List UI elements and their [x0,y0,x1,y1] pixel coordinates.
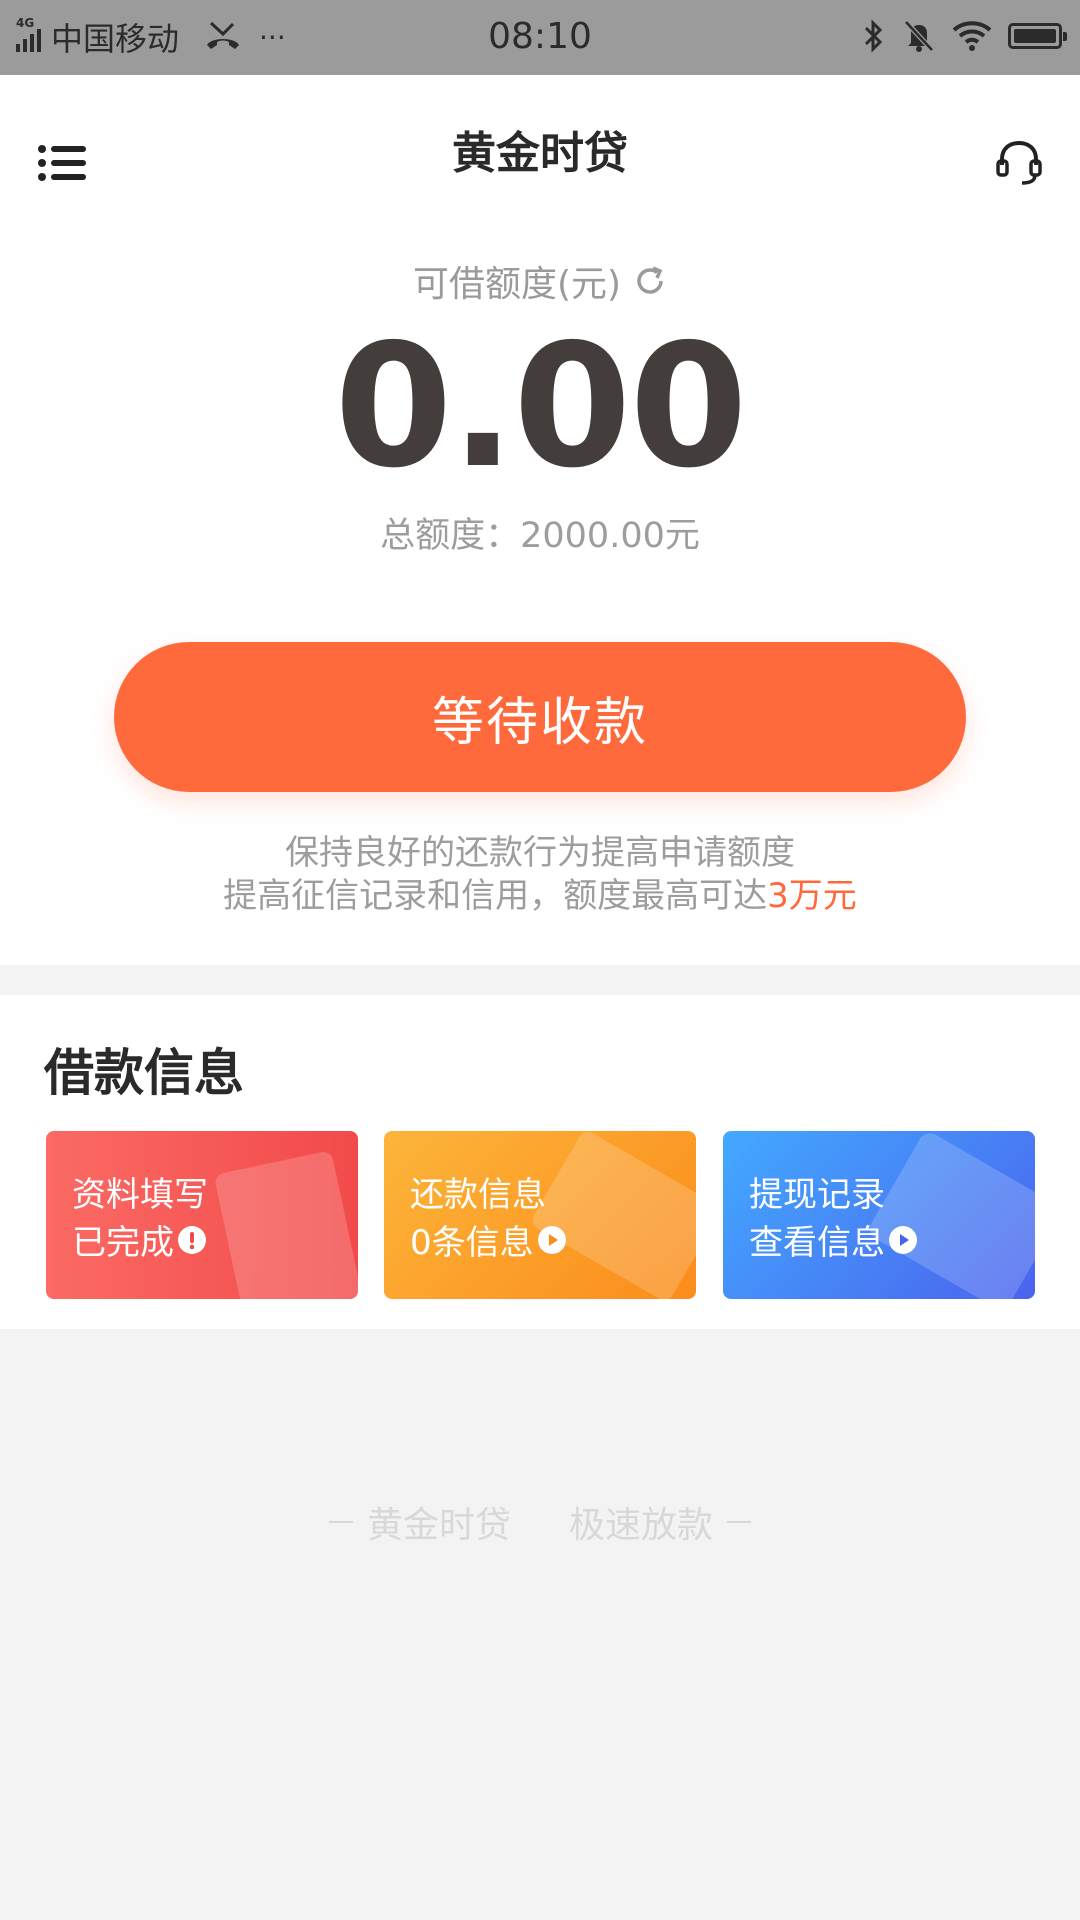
customer-service-icon[interactable] [994,137,1044,187]
quota-panel: 黄金时贷 可借额度(元) 0.00 总额度：2000.00元 等待收款 保持良好… [0,75,1080,965]
card-subtitle-row: 0条信息 [410,1215,566,1264]
play-icon [537,1225,566,1254]
awaiting-payment-button[interactable]: 等待收款 [114,642,966,792]
card-title: 资料填写 [72,1175,208,1215]
tip-line-2-text: 提高征信记录和信用，额度最高可达 [223,876,768,916]
section-title: 借款信息 [44,1044,244,1102]
loan-info-section: 借款信息 资料填写 已完成 还款信息 0条信息 提现记录 查看信息 [0,995,1080,1329]
card-withdrawal-records[interactable]: 提现记录 查看信息 [723,1131,1035,1299]
refresh-icon[interactable] [633,264,667,298]
tip-line-1: 保持良好的还款行为提高申请额度 [285,833,795,873]
max-quota-highlight: 3万元 [767,876,857,916]
battery-icon [1008,23,1067,49]
card-title: 提现记录 [749,1175,885,1215]
total-quota: 总额度：2000.00元 [380,516,700,556]
available-amount: 0.00 [334,308,747,506]
slogan-brand: 黄金时贷 [366,1505,511,1546]
slogan-tagline: 极速放款 [569,1505,714,1546]
card-subtitle-row: 查看信息 [749,1215,917,1264]
card-subtitle: 已完成 [72,1223,174,1263]
card-title: 还款信息 [410,1175,546,1215]
exclamation-icon [178,1225,206,1254]
card-repayment-info[interactable]: 还款信息 0条信息 [384,1131,696,1299]
divider [727,1521,752,1523]
card-subtitle: 查看信息 [749,1223,885,1263]
mute-notification-icon [904,20,934,52]
card-profile-filled[interactable]: 资料填写 已完成 [46,1131,358,1299]
bluetooth-icon [864,19,883,53]
available-quota-label-row: 可借额度(元) [0,255,1080,307]
play-icon [889,1225,917,1254]
wifi-icon [952,21,992,51]
tip-line-2: 提高征信记录和信用，额度最高可达3万元 [0,868,1080,917]
available-quota-label: 可借额度(元) [412,264,622,305]
page-title: 黄金时贷 [452,128,628,179]
status-bar: 4G 中国移动 ··· 08:10 [0,0,1080,75]
footer-slogan: 黄金时贷 极速放款 [0,1496,1080,1548]
card-subtitle-row: 已完成 [72,1215,206,1264]
divider [328,1521,353,1523]
card-subtitle: 0条信息 [410,1223,534,1263]
